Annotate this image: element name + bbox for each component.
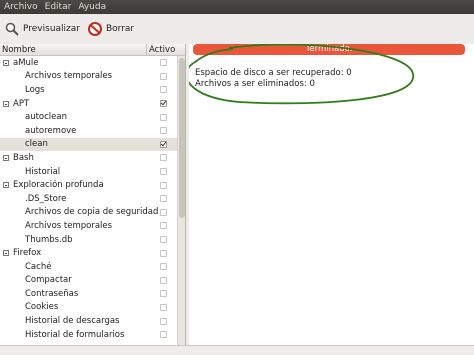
tree-row[interactable]: Caché xyxy=(0,260,185,274)
active-checkbox[interactable] xyxy=(160,168,167,176)
column-name-header[interactable]: Nombre xyxy=(0,44,147,55)
collapse-icon[interactable] xyxy=(3,100,9,107)
tree-row[interactable]: Compactar xyxy=(0,274,185,288)
active-checkbox[interactable] xyxy=(160,59,167,67)
tree-row-label: Archivos temporales xyxy=(25,220,113,231)
scrollbar-thumb[interactable] xyxy=(179,58,185,218)
progress-bar: Terminado. xyxy=(193,44,465,55)
active-checkbox[interactable] xyxy=(160,331,167,339)
results-pane: Terminado. Espacio de disco a ser recupe… xyxy=(189,44,474,355)
column-active-header[interactable]: Activo xyxy=(147,44,177,55)
tree-row[interactable]: Firefox xyxy=(0,246,185,260)
tree-row-label: autoremove xyxy=(25,125,77,136)
tree-row-label: Bash xyxy=(13,152,34,163)
active-checkbox[interactable] xyxy=(160,140,167,148)
results-text: Espacio de disco a ser recuperado: 0 Arc… xyxy=(195,68,352,90)
tree-row-label: .DS_Store xyxy=(25,193,67,204)
active-checkbox[interactable] xyxy=(160,127,167,135)
tree-row-label: Caché xyxy=(25,261,52,272)
tree-row[interactable]: aMule xyxy=(0,56,185,70)
tree-row[interactable]: Exploración profunda xyxy=(0,178,185,192)
active-checkbox[interactable] xyxy=(160,290,167,298)
tree-row-label: Cookies xyxy=(25,302,59,313)
preview-button[interactable]: Previsualizar xyxy=(5,22,80,36)
tree-row-label: Thumbs.db xyxy=(25,234,73,245)
tree-row[interactable]: clean xyxy=(0,137,185,152)
tree-row-label: Historial de formularios xyxy=(25,329,125,340)
tree-row[interactable]: Bash xyxy=(0,151,185,165)
tree-row-label: Contraseñas xyxy=(25,288,79,299)
tree-row-label: Exploración profunda xyxy=(13,180,104,191)
active-checkbox[interactable] xyxy=(160,208,167,216)
tree-row[interactable]: Archivos temporales xyxy=(0,219,185,233)
active-checkbox[interactable] xyxy=(160,181,167,189)
tree-row[interactable]: Archivos temporales xyxy=(0,70,185,84)
status-strip xyxy=(0,345,474,355)
active-checkbox[interactable] xyxy=(160,303,167,311)
tree-row-label: Logs xyxy=(25,84,45,95)
tree-row-label: Compactar xyxy=(25,275,72,286)
files-deleted-line: Archivos a ser eliminados: 0 xyxy=(195,79,315,89)
tree-row-label: Historial xyxy=(25,166,61,177)
tree-row[interactable]: Thumbs.db xyxy=(0,233,185,247)
tree-row[interactable]: autoremove xyxy=(0,124,185,138)
tree-row[interactable]: Historial xyxy=(0,165,185,179)
active-checkbox[interactable] xyxy=(160,72,167,80)
tree-row-label: Archivos temporales xyxy=(25,71,113,82)
active-checkbox[interactable] xyxy=(160,154,167,162)
progress-text: Terminado. xyxy=(305,44,353,54)
menu-archivo[interactable]: Archivo xyxy=(0,2,41,12)
tree-row-label: APT xyxy=(13,98,30,109)
tree-row-label: autoclean xyxy=(25,112,67,123)
tree-row-label: aMule xyxy=(13,57,39,68)
tree-rows: aMule Archivos temporales Logs APT autoclean… xyxy=(0,56,185,341)
tree-row[interactable]: APT xyxy=(0,97,185,111)
active-checkbox[interactable] xyxy=(160,249,167,257)
no-entry-icon xyxy=(87,22,102,36)
active-checkbox[interactable] xyxy=(160,222,167,230)
delete-button-label: Borrar xyxy=(105,24,135,34)
active-checkbox[interactable] xyxy=(160,263,167,271)
tree-row[interactable]: Archivos de copia de seguridad xyxy=(0,206,185,220)
tree-row[interactable]: Contraseñas xyxy=(0,287,185,301)
menu-ayuda[interactable]: Ayuda xyxy=(74,2,109,12)
menu-bar: Archivo Editar Ayuda xyxy=(0,0,474,14)
tree-header: Nombre Activo xyxy=(0,44,185,56)
tree-row-label: Historial de descargas xyxy=(25,316,120,327)
tree-row[interactable]: autoclean xyxy=(0,110,185,124)
collapse-icon[interactable] xyxy=(3,250,9,257)
active-checkbox[interactable] xyxy=(160,113,167,121)
preview-button-label: Previsualizar xyxy=(23,24,80,34)
tree-row-label: Archivos de copia de seguridad xyxy=(25,207,159,218)
active-checkbox[interactable] xyxy=(160,86,167,94)
menu-editar[interactable]: Editar xyxy=(41,2,75,12)
tree-row[interactable]: Historial de descargas xyxy=(0,314,185,328)
active-checkbox[interactable] xyxy=(160,236,167,244)
collapse-icon[interactable] xyxy=(3,154,9,161)
active-checkbox[interactable] xyxy=(160,276,167,284)
toolbar: Previsualizar Borrar xyxy=(0,14,474,44)
tree-row[interactable]: Logs xyxy=(0,83,185,97)
cleaner-tree[interactable]: Nombre Activo aMule Archivos temporales Lo… xyxy=(0,44,186,355)
magnifier-icon xyxy=(5,22,19,36)
tree-row[interactable]: .DS_Store xyxy=(0,192,185,206)
collapse-icon[interactable] xyxy=(3,182,9,189)
active-checkbox[interactable] xyxy=(160,195,167,203)
tree-row-label: Firefox xyxy=(13,248,42,259)
tree-row[interactable]: Cookies xyxy=(0,301,185,315)
active-checkbox[interactable] xyxy=(160,100,167,108)
recoverable-space-line: Espacio de disco a ser recuperado: 0 xyxy=(195,68,352,78)
tree-row-label: clean xyxy=(25,139,48,150)
collapse-icon[interactable] xyxy=(3,59,9,66)
delete-button[interactable]: Borrar xyxy=(87,22,135,36)
tree-scrollbar[interactable] xyxy=(177,56,185,355)
active-checkbox[interactable] xyxy=(160,317,167,325)
tree-row[interactable]: Historial de formularios xyxy=(0,328,185,342)
